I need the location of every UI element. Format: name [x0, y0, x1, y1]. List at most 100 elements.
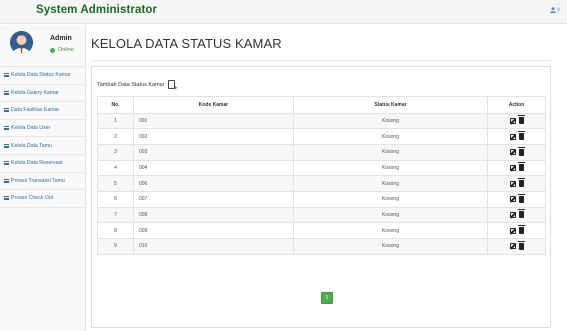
edit-icon[interactable] — [509, 164, 516, 171]
edit-icon[interactable] — [509, 211, 516, 218]
add-status-kamar-label: Tambah Data Status Kamar — [97, 81, 165, 88]
cell-action — [487, 206, 546, 224]
edit-icon[interactable] — [509, 196, 516, 203]
cell-kode-kamar: 004 — [133, 159, 294, 177]
trash-icon[interactable] — [517, 240, 525, 250]
status-dot-icon — [50, 47, 55, 53]
column-header-kode-kamar: Kode Kamar — [133, 96, 294, 114]
cell-no: 6 — [97, 190, 134, 208]
column-header-status-kamar: Status Kamar — [293, 96, 488, 114]
cell-no: 3 — [97, 143, 134, 161]
edit-icon[interactable] — [509, 149, 516, 156]
cell-no: 9 — [97, 238, 134, 255]
cell-no: 1 — [97, 112, 134, 130]
cell-status-kamar: Kosong — [293, 112, 488, 130]
table-row: 9 010 Kosong — [97, 238, 546, 255]
cell-kode-kamar: 001 — [133, 112, 294, 130]
trash-icon[interactable] — [517, 193, 525, 203]
cell-status-kamar: Kosong — [293, 128, 488, 145]
table-row: 4 004 Kosong — [97, 159, 546, 177]
content-panel: Tambah Data Status Kamar No. Kode Kamar … — [91, 66, 551, 328]
user-profile: Admin Online — [0, 25, 85, 67]
chevron-down-icon: v — [557, 7, 560, 13]
trash-icon[interactable] — [517, 162, 525, 172]
table-row: 2 002 Kosong — [97, 128, 546, 145]
sidebar-item-proses-check-out[interactable]: Proses Check Out — [0, 190, 85, 208]
title-divider — [91, 60, 551, 61]
cell-status-kamar: Kosong — [293, 238, 488, 255]
add-document-icon — [167, 80, 178, 92]
trash-icon[interactable] — [517, 209, 525, 219]
sidebar-item-kelola-data-tamu[interactable]: Kelola Data Tamu — [0, 137, 85, 155]
brand-title[interactable]: System Administrator — [36, 4, 157, 16]
cell-action — [487, 112, 546, 130]
cell-kode-kamar: 008 — [133, 206, 294, 224]
table-row: 6 007 Kosong — [97, 190, 546, 208]
cell-status-kamar: Kosong — [293, 206, 488, 224]
cell-no: 8 — [97, 222, 134, 239]
table-row: 3 003 Kosong — [97, 143, 546, 161]
table-icon — [4, 90, 9, 95]
trash-icon[interactable] — [517, 115, 525, 125]
sidebar-item-label: Kelola Data Tamu — [11, 142, 52, 149]
table-header-row: No. Kode Kamar Status Kamar Action — [97, 96, 546, 114]
sidebar-item-label: Kelola Data User — [11, 125, 51, 132]
cell-action — [487, 175, 546, 192]
status-kamar-table: No. Kode Kamar Status Kamar Action 1 001… — [97, 96, 546, 255]
trash-icon[interactable] — [517, 178, 525, 188]
sidebar-item-label: Proses Transaksi Tamu — [11, 177, 65, 184]
table-row: 7 008 Kosong — [97, 206, 546, 224]
cell-kode-kamar: 003 — [133, 143, 294, 161]
table-icon — [4, 178, 9, 183]
cell-status-kamar: Kosong — [293, 143, 488, 161]
cell-status-kamar: Kosong — [293, 175, 488, 192]
pagination-page-button[interactable]: 1 — [321, 292, 333, 304]
cell-kode-kamar: 010 — [133, 238, 294, 255]
cell-action — [487, 238, 546, 255]
avatar-icon — [10, 31, 33, 54]
table-icon — [4, 161, 9, 166]
edit-icon[interactable] — [509, 227, 516, 234]
sidebar-item-label: Kelola Galery Kamar — [11, 89, 59, 96]
edit-icon[interactable] — [509, 243, 516, 250]
user-menu[interactable]: v — [550, 7, 560, 13]
cell-action — [487, 222, 546, 239]
sidebar-item-kelola-galery-kamar[interactable]: Kelola Galery Kamar — [0, 85, 85, 103]
cell-kode-kamar: 009 — [133, 222, 294, 239]
sidebar-item-proses-transaksi-tamu[interactable]: Proses Transaksi Tamu — [0, 173, 85, 191]
edit-icon[interactable] — [509, 133, 516, 140]
edit-icon[interactable] — [509, 117, 516, 124]
cell-kode-kamar: 006 — [133, 175, 294, 192]
cell-action — [487, 143, 546, 161]
user-icon — [550, 7, 556, 13]
trash-icon[interactable] — [517, 146, 525, 156]
online-status: Online — [50, 47, 74, 53]
cell-no: 2 — [97, 128, 134, 145]
table-icon — [4, 73, 9, 78]
sidebar-item-kelola-data-status-kamar[interactable]: Kelola Data Status Kamar — [0, 67, 85, 85]
table-row: 8 009 Kosong — [97, 222, 546, 239]
cell-action — [487, 128, 546, 145]
sidebar-item-data-fasilitas-kamar[interactable]: Data Fasilitas Kamar — [0, 102, 85, 120]
sidebar-item-label: Kelola Data Reservasi — [11, 160, 63, 167]
page-title: KELOLA DATA STATUS KAMAR — [91, 36, 282, 51]
table-row: 1 001 Kosong — [97, 112, 546, 130]
add-status-kamar-button[interactable]: Tambah Data Status Kamar — [97, 80, 178, 92]
cell-kode-kamar: 007 — [133, 190, 294, 208]
cell-status-kamar: Kosong — [293, 159, 488, 177]
trash-icon[interactable] — [517, 131, 525, 141]
online-status-label: Online — [58, 47, 74, 53]
trash-icon[interactable] — [517, 225, 525, 235]
edit-icon[interactable] — [509, 180, 516, 187]
column-header-action: Action — [487, 96, 546, 114]
sidebar-item-kelola-data-user[interactable]: Kelola Data User — [0, 120, 85, 138]
profile-name: Admin — [50, 35, 72, 42]
column-header-no: No. — [97, 96, 134, 114]
sidebar-item-kelola-data-reservasi[interactable]: Kelola Data Reservasi — [0, 155, 85, 173]
sidebar-item-label: Kelola Data Status Kamar — [11, 72, 71, 79]
cell-status-kamar: Kosong — [293, 222, 488, 239]
cell-status-kamar: Kosong — [293, 190, 488, 208]
cell-no: 4 — [97, 159, 134, 177]
table-icon — [4, 126, 9, 131]
cell-no: 5 — [97, 175, 134, 192]
